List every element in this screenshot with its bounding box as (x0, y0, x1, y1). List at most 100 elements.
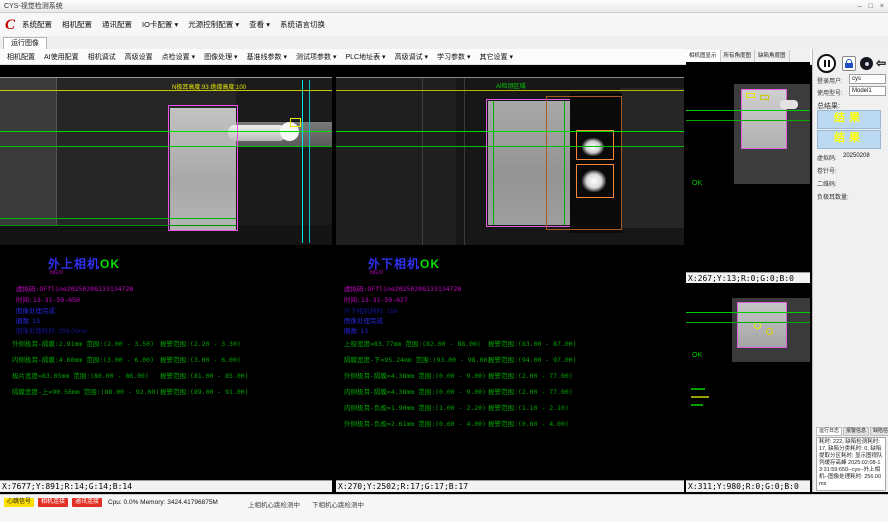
tool-advanced-settings[interactable]: 高级设置 (125, 52, 153, 62)
turns-lower: 圈数: 13 (344, 325, 368, 335)
tool-learning-params[interactable]: 学习参数 ▾ (437, 52, 470, 62)
alarm-range: 报警范围:(1.10 - 2.10) (488, 402, 569, 412)
image-top-edge (0, 77, 332, 78)
measurement-row: 内侧极耳-负极=1.90mm 范围:(1.00 - 2.20) (344, 402, 486, 412)
measure-line-green-v2 (564, 101, 565, 225)
thumb2-line-1 (686, 312, 810, 313)
measure-line-green-4 (0, 225, 236, 226)
tool-ai-config[interactable]: AI使用配置 (44, 52, 79, 62)
thumb2-tick (691, 404, 703, 406)
menu-io-config[interactable]: IO卡配置 ▾ (142, 19, 178, 30)
machine-shadow (0, 225, 332, 245)
machine-dark-area (236, 78, 332, 245)
machine-block (620, 88, 684, 228)
measurement-row: 极片宽度=83.05mm 范围:(80.00 - 86.00) (12, 370, 149, 380)
maximize-icon[interactable]: □ (869, 3, 873, 10)
pause-button[interactable] (817, 54, 836, 73)
result-box-1: 结果 (817, 110, 881, 129)
thumb1-marker (760, 95, 769, 100)
alarm-range: 报警范围:(89.00 - 91.00) (160, 386, 249, 396)
alarm-range: 报警范围:(81.00 - 85.00) (160, 370, 249, 380)
baseline-yellow (336, 90, 684, 91)
overlay-label-upper: N极耳高度:93 绝缘高度:100 (172, 82, 246, 91)
tab-all-angles[interactable]: 所有角度图 (721, 50, 756, 62)
app-logo-icon: C (5, 15, 15, 35)
measurement-row: 隔膜宽度-下=95.24mm 范围:(93.00 - 98.00) (344, 354, 491, 364)
pixel-coord-readout-upper: X:7677;Y:891;R:14;G:14;B:14 (0, 480, 332, 492)
menu-view[interactable]: 查看 ▾ (249, 19, 270, 30)
pause-icon (828, 60, 830, 67)
lock-button[interactable] (842, 56, 856, 71)
status-ok: OK (100, 257, 120, 271)
tool-camera-debug[interactable]: 相机调试 (88, 52, 116, 62)
tab-strip: 运行图像 (0, 36, 888, 50)
exit-button[interactable]: ⇦ (876, 56, 886, 70)
model-field[interactable]: Model1 (849, 86, 886, 96)
tool-other-settings[interactable]: 其它设置 ▾ (480, 52, 513, 62)
tab-defect-angles[interactable]: 缺陷角度图 (755, 50, 790, 62)
sub-label-lower: NG:0 (370, 270, 383, 276)
camera-image-upper (0, 78, 332, 245)
log-tabs: 运行日志 报警信息 缺陷信息 (816, 427, 888, 436)
tool-spotcheck-settings[interactable]: 点检设置 ▾ (162, 52, 195, 62)
measure-line-green-2 (336, 146, 684, 147)
menu-language-switch[interactable]: 系统语言切换 (280, 19, 325, 30)
menu-comm-config[interactable]: 通讯配置 (102, 19, 132, 30)
overlay-label-lower: AI检测区域 (496, 81, 526, 90)
menu-light-config[interactable]: 光源控制配置 ▾ (188, 19, 239, 30)
roi-rect-yellow (290, 118, 301, 127)
thumb2-roi (737, 302, 787, 348)
image-top-edge (336, 77, 684, 78)
log-textbox[interactable]: 耗时: 222, 缺陷检测耗时: 17, 缺陷分类耗时: 0, 缺陷提取分区耗时… (816, 437, 886, 491)
roi-rect-magenta (168, 105, 238, 231)
tool-plc-address[interactable]: PLC地址表 ▾ (346, 52, 386, 62)
sub-label-upper: NG:0 (50, 270, 63, 276)
tool-test-params[interactable]: 测试项参数 ▾ (296, 52, 336, 62)
tool-baseline-params[interactable]: 基准线参数 ▾ (247, 52, 287, 62)
camera-view-lower[interactable]: AI检测区域 外下相机OK NG:0 虚拟码:OFfline2025020813… (336, 65, 684, 492)
alarm-range: 报警范围:(2.20 - 3.30) (160, 338, 241, 348)
camera-name: 外下相机 (368, 257, 420, 271)
alarm-range: 报警范围:(2.00 - 77.00) (488, 386, 573, 396)
back-arrow-icon: ⇦ (876, 56, 886, 70)
process-done-lower: 图像处理完成 (344, 315, 383, 325)
thumbnail-view-2[interactable]: OK (686, 284, 810, 480)
barcode-upper: 虚拟码:OFfline20250208133134728 (16, 283, 133, 293)
log-tab-alarm[interactable]: 报警信息 (843, 427, 869, 436)
log-tab-defect[interactable]: 缺陷信息 (870, 427, 888, 436)
measurement-row: 内侧极耳-隔膜=4.38mm 范围:(0.00 - 9.00) (344, 386, 486, 396)
tool-advanced-debug[interactable]: 高级调试 ▾ (395, 52, 428, 62)
model-label: 使用型号: (817, 88, 843, 97)
window-title: CYS-视觉检测系统 (4, 3, 63, 10)
process-done-upper: 图像处理完成 (16, 305, 55, 315)
login-user-field[interactable]: cys (849, 74, 886, 84)
camera-name: 外上相机 (48, 257, 100, 271)
measurement-row: 外侧极耳-隔膜:2.91mm 范围:(2.00 - 3.50) (12, 338, 154, 348)
app-window: CYS-视觉检测系统 – □ × C 系统配置 相机配置 通讯配置 IO卡配置 … (0, 0, 888, 522)
camera-lens-button[interactable] (860, 57, 873, 70)
menu-system-config[interactable]: 系统配置 (22, 19, 52, 30)
thumbnail-view-1[interactable]: OK (686, 62, 810, 272)
tool-image-processing[interactable]: 图像处理 ▾ (204, 52, 237, 62)
menu-camera-config[interactable]: 相机配置 (62, 19, 92, 30)
vcode-value: 20250208 (843, 153, 870, 159)
minimize-icon[interactable]: – (858, 3, 862, 10)
alarm-range: 报警范围:(83.00 - 87.00) (488, 338, 577, 348)
close-icon[interactable]: × (880, 3, 884, 10)
heartbeat-badge: 心跳信号 (4, 498, 34, 507)
tool-camera-config[interactable]: 相机配置 (7, 52, 35, 62)
measurement-row: 外侧极耳-隔膜=4.38mm 范围:(0.00 - 9.00) (344, 370, 486, 380)
turns-upper: 圈数: 13 (16, 315, 40, 325)
measurement-row: 外侧极耳-负极=2.61mm 范围:(0.60 - 4.00) (344, 418, 486, 428)
window-controls: – □ × (858, 0, 884, 13)
alarm-range: 报警范围:(0.60 - 4.00) (488, 418, 569, 428)
baseline-yellow (0, 90, 332, 91)
log-tab-run[interactable]: 运行日志 (816, 427, 842, 436)
thumb2-coord-readout: X:311;Y:980;R:0;G:0;B:0 (686, 480, 810, 492)
title-bar: CYS-视觉检测系统 (0, 0, 888, 13)
tab-camera-display[interactable]: 相机图显示 (686, 50, 721, 62)
camera-view-upper[interactable]: N极耳高度:93 绝缘高度:100 外上相机OK NG:0 虚拟码:OFflin… (0, 65, 332, 492)
result-box-2: 结果 (817, 130, 881, 149)
neg-tab-count-label: 负极耳数量: (817, 192, 849, 201)
measure-line-green-v1 (493, 101, 494, 225)
